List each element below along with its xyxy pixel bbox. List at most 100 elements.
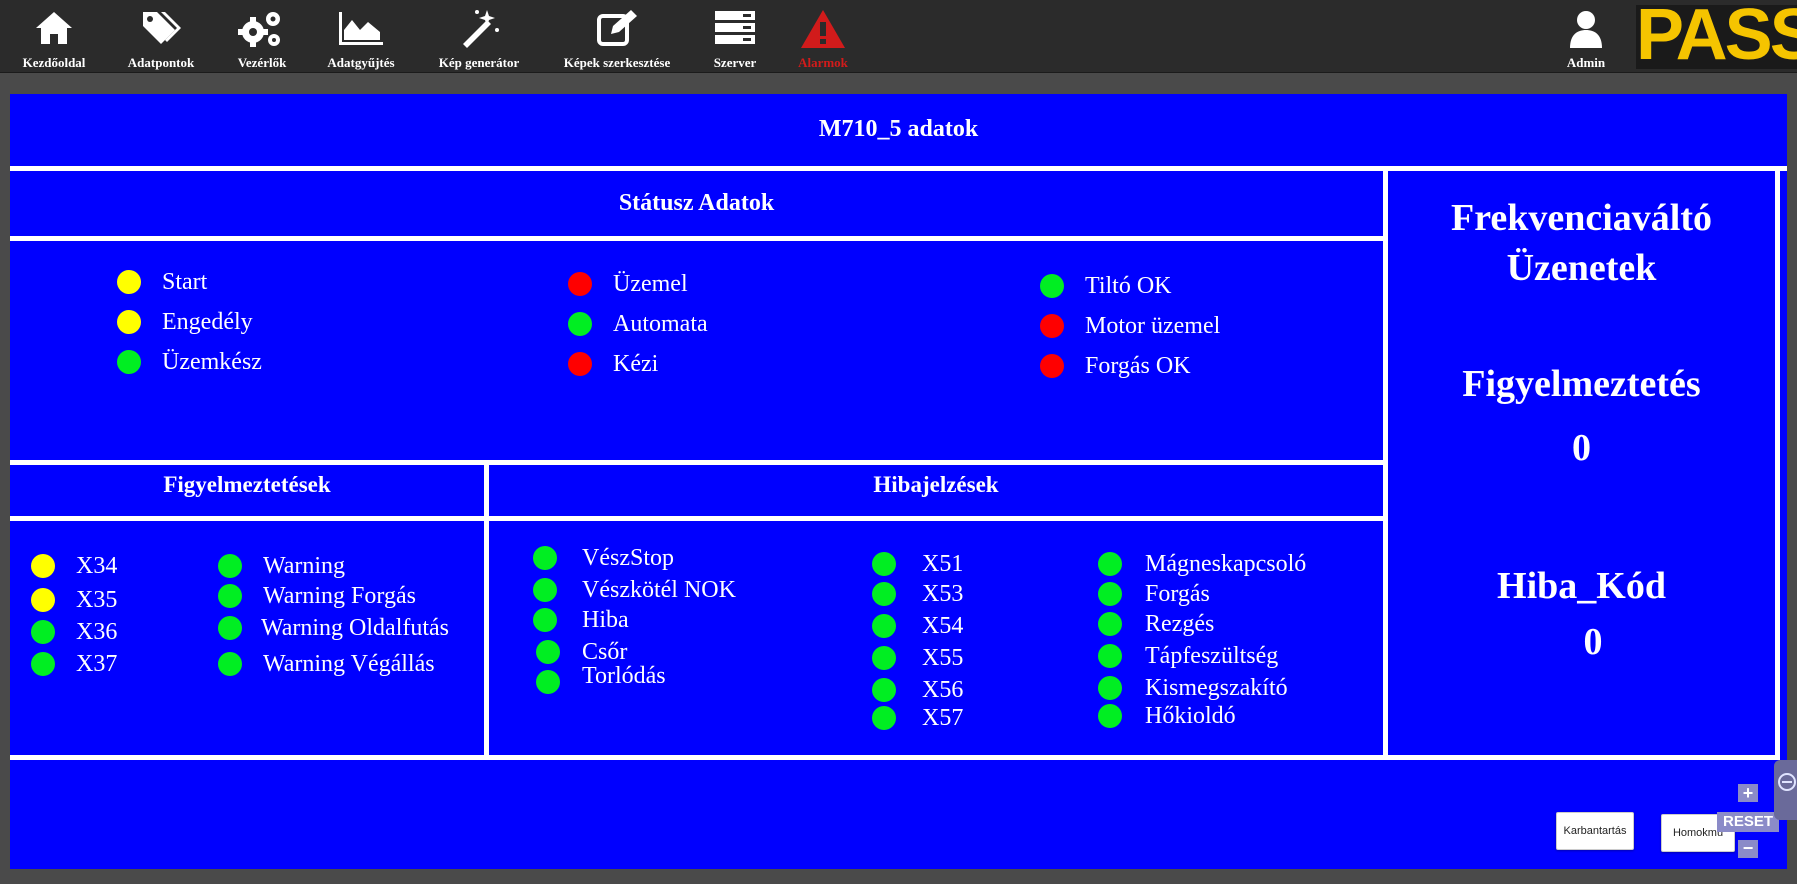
warning-label: X37	[76, 651, 118, 677]
status-dot	[568, 312, 592, 336]
side-panel-toggle[interactable]	[1774, 760, 1797, 820]
status-dot	[536, 640, 560, 664]
status-label: Kézi	[613, 351, 659, 377]
nav-item-adatpontok[interactable]: Adatpontok	[118, 4, 204, 70]
status-dot	[872, 678, 896, 702]
inverter-title-line1: Frekvenciaváltó	[1450, 197, 1713, 239]
status-label: Motor üzemel	[1085, 313, 1221, 339]
zoom-reset-button[interactable]: RESET	[1717, 812, 1779, 832]
status-dot	[872, 646, 896, 670]
status-dot	[31, 554, 55, 578]
error-label: X51	[922, 551, 964, 577]
divider	[10, 460, 1388, 465]
nav-item-label: Adatgyűjtés	[327, 55, 395, 70]
warning-label: X34	[76, 553, 118, 579]
status-label: Start	[162, 269, 208, 295]
page-title: M710_5 adatok	[818, 116, 979, 142]
nav-item-label: Képek szerkesztése	[563, 55, 671, 70]
logo-text: PASS	[1636, 0, 1797, 75]
error-label: X53	[922, 581, 964, 607]
nav-item-vezerlok[interactable]: Vezérlők	[229, 4, 295, 70]
inverter-warning-value: 0	[1572, 427, 1591, 469]
error-label: Hiba	[582, 607, 629, 633]
nav-item-kepek-szerkesztese[interactable]: Képek szerkesztése	[556, 4, 678, 70]
nav-item-kezdooldal[interactable]: Kezdőoldal	[14, 4, 94, 70]
status-dot	[568, 272, 592, 296]
divider	[1775, 166, 1780, 760]
nav-item-label: Szerver	[713, 55, 757, 70]
error-label: Forgás	[1145, 581, 1210, 607]
inverter-warning-label: Figyelmeztetés	[1462, 363, 1701, 405]
divider	[484, 460, 489, 760]
status-dot	[218, 584, 242, 608]
warning-label: Warning Oldalfutás	[261, 615, 450, 641]
status-dot	[31, 652, 55, 676]
nav-item-adatgyujtes[interactable]: Adatgyűjtés	[318, 4, 404, 70]
warnings-section-title: Figyelmeztetések	[163, 472, 331, 497]
status-dot	[31, 588, 55, 612]
home-icon	[14, 8, 94, 52]
zoom-out-button[interactable]: −	[1738, 839, 1758, 858]
nav-item-label: Kezdőoldal	[22, 55, 86, 70]
status-dot	[568, 352, 592, 376]
top-navigation-bar: Kezdőoldal Adatpontok Vezérlők Adatgyűjt…	[0, 0, 1797, 73]
nav-item-label: Adatpontok	[127, 55, 195, 70]
status-dot	[1098, 552, 1122, 576]
status-dot	[31, 620, 55, 644]
errors-section-title: Hibajelzések	[873, 472, 999, 497]
user-label: Admin	[1566, 55, 1606, 70]
warning-label: Warning Végállás	[263, 651, 435, 677]
nav-item-alarmok[interactable]: Alarmok	[790, 4, 856, 70]
status-label: Üzemkész	[162, 349, 262, 375]
error-label: X57	[922, 705, 964, 731]
error-label: VészStop	[582, 545, 674, 571]
status-dot	[533, 578, 557, 602]
maintenance-button[interactable]: Karbantartás	[1556, 812, 1634, 850]
error-label: Mágneskapcsoló	[1145, 551, 1307, 577]
nav-item-kep-generator[interactable]: Kép generátor	[432, 4, 526, 70]
resize-icon	[1774, 773, 1797, 824]
status-dot	[1098, 612, 1122, 636]
status-dot	[1098, 704, 1122, 728]
error-label: X56	[922, 677, 964, 703]
status-label: Tiltó OK	[1085, 273, 1172, 299]
divider	[10, 516, 1388, 521]
error-label: Kismegszakító	[1145, 675, 1288, 701]
error-label: X54	[922, 613, 964, 639]
status-dot	[533, 608, 557, 632]
status-dot	[218, 616, 242, 640]
inverter-title-line2: Üzenetek	[1506, 247, 1657, 289]
server-icon	[706, 8, 764, 52]
nav-item-szerver[interactable]: Szerver	[706, 4, 764, 70]
status-dot	[1098, 582, 1122, 606]
zoom-in-button[interactable]: +	[1738, 784, 1758, 802]
edit-icon	[556, 8, 678, 52]
nav-item-label: Kép generátor	[438, 55, 520, 70]
warning-label: X35	[76, 587, 118, 613]
status-label: Automata	[613, 311, 708, 337]
status-section-title: Státusz Adatok	[618, 190, 775, 216]
status-dot	[1040, 274, 1064, 298]
error-label: X55	[922, 645, 964, 671]
warning-label: Warning Forgás	[263, 583, 416, 609]
status-label: Engedély	[162, 309, 253, 335]
error-label: Rezgés	[1145, 611, 1215, 637]
status-dot	[218, 652, 242, 676]
divider	[10, 166, 1787, 171]
status-dot	[1040, 354, 1064, 378]
status-dot	[872, 582, 896, 606]
area-chart-icon	[318, 8, 404, 52]
gears-icon	[229, 8, 295, 52]
status-dot	[1040, 314, 1064, 338]
tags-icon	[118, 8, 204, 52]
user-menu[interactable]: Admin	[1558, 4, 1614, 70]
status-dot	[117, 350, 141, 374]
inverter-error-value: 0	[1583, 621, 1603, 663]
status-dot	[872, 614, 896, 638]
nav-item-label: Alarmok	[798, 55, 848, 70]
warning-label: Warning	[263, 553, 346, 579]
status-dot	[218, 554, 242, 578]
status-dot	[1098, 676, 1122, 700]
error-label: Tápfeszültség	[1145, 643, 1279, 669]
status-dot	[1098, 644, 1122, 668]
